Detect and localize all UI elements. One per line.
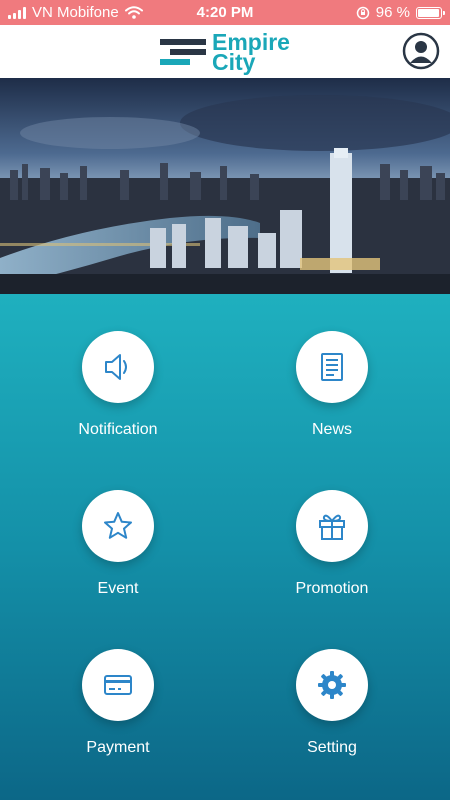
menu-item-promotion[interactable]: Promotion <box>257 490 407 598</box>
status-left: VN Mobifone <box>8 4 143 21</box>
menu-label-promotion: Promotion <box>295 580 369 597</box>
news-button[interactable] <box>296 331 368 403</box>
speaker-icon <box>105 354 127 380</box>
menu-label-news: News <box>311 421 352 438</box>
menu-item-notification[interactable]: Notification <box>43 331 193 439</box>
menu-item-payment[interactable]: Payment <box>43 649 193 757</box>
gear-icon <box>318 671 346 699</box>
menu-label-setting: Setting <box>307 739 357 756</box>
empire-city-logo: Empire City <box>160 30 290 75</box>
menu-item-news[interactable]: News <box>257 331 407 439</box>
city-skyline-illustration <box>0 78 450 294</box>
rotation-lock-icon <box>356 6 370 19</box>
battery-percent: 96 % <box>375 4 410 21</box>
menu-label-payment: Payment <box>86 739 150 756</box>
promotion-button[interactable] <box>296 490 368 562</box>
hero-city-image <box>0 78 450 294</box>
battery-icon <box>416 6 445 19</box>
event-button[interactable] <box>82 490 154 562</box>
logo-text: Empire City <box>212 30 290 75</box>
logo-mark-icon <box>160 38 206 65</box>
signal-icon <box>8 6 26 19</box>
menu-item-setting[interactable]: Setting <box>257 649 407 757</box>
app-header: Empire City <box>0 25 450 78</box>
star-icon <box>104 512 132 539</box>
gift-icon <box>319 514 345 540</box>
menu-label-notification: Notification <box>78 421 158 438</box>
notification-button[interactable] <box>82 331 154 403</box>
credit-card-icon <box>104 675 132 695</box>
status-right: 96 % <box>356 4 445 21</box>
menu-item-event[interactable]: Event <box>43 490 193 598</box>
setting-button[interactable] <box>296 649 368 721</box>
wifi-icon <box>124 6 143 19</box>
status-bar: VN Mobifone 4:20 PM 96 % <box>0 0 450 25</box>
profile-button[interactable] <box>402 32 440 70</box>
carrier-name: VN Mobifone <box>32 4 119 21</box>
logo-line-2: City <box>212 48 256 75</box>
document-icon <box>321 353 343 381</box>
user-avatar-icon <box>402 32 440 70</box>
payment-button[interactable] <box>82 649 154 721</box>
main-menu: Notification News Event Promotion Paymen… <box>0 294 450 800</box>
menu-label-event: Event <box>97 580 139 597</box>
